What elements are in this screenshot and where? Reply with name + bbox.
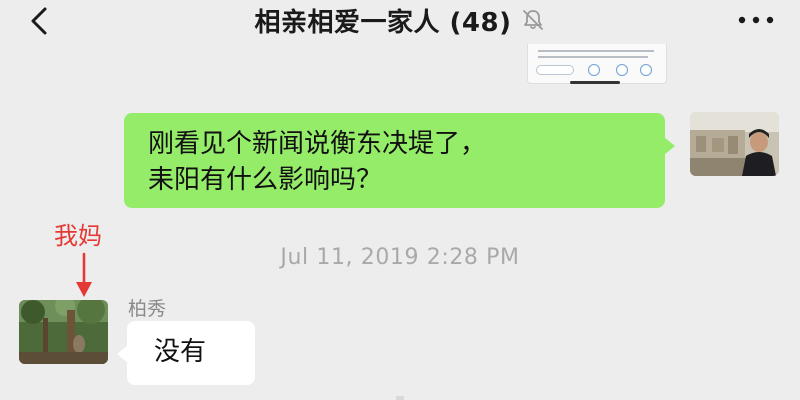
image-ui-dot: [588, 64, 600, 76]
more-dots-icon: [738, 16, 774, 24]
image-text-line: [538, 56, 648, 58]
bell-slash-icon: [522, 10, 543, 30]
more-button[interactable]: [734, 10, 778, 30]
message-text-line: 刚看见个新闻说衡东决堤了，: [148, 129, 487, 159]
shared-image-message[interactable]: [527, 44, 667, 84]
image-ui-dot: [616, 64, 628, 76]
message-text-line: 耒阳有什么影响吗？: [148, 165, 383, 195]
message-bubble-other[interactable]: 没有: [117, 321, 255, 385]
message-timestamp: Jul 11, 2019 2:28 PM: [280, 245, 520, 270]
avatar-other[interactable]: [19, 300, 108, 364]
message-text: 没有: [154, 337, 207, 367]
image-text-line: [538, 50, 654, 52]
image-ui-dot: [640, 64, 652, 76]
image-ui-pill: [536, 65, 574, 75]
avatar-self[interactable]: [690, 112, 779, 176]
chat-header: 相亲相爱一家人 (48): [0, 0, 800, 44]
title-wrap: 相亲相爱一家人 (48): [0, 2, 800, 38]
message-bubble-self[interactable]: 刚看见个新闻说衡东决堤了， 耒阳有什么影响吗？: [124, 113, 675, 208]
user-avatar-photo: [690, 112, 779, 176]
chat-title: 相亲相爱一家人 (48): [254, 7, 512, 38]
scroll-indicator: [396, 396, 404, 400]
image-home-bar: [570, 81, 620, 84]
user-avatar-photo: [19, 300, 108, 364]
sender-name: 柏秀: [128, 298, 167, 320]
